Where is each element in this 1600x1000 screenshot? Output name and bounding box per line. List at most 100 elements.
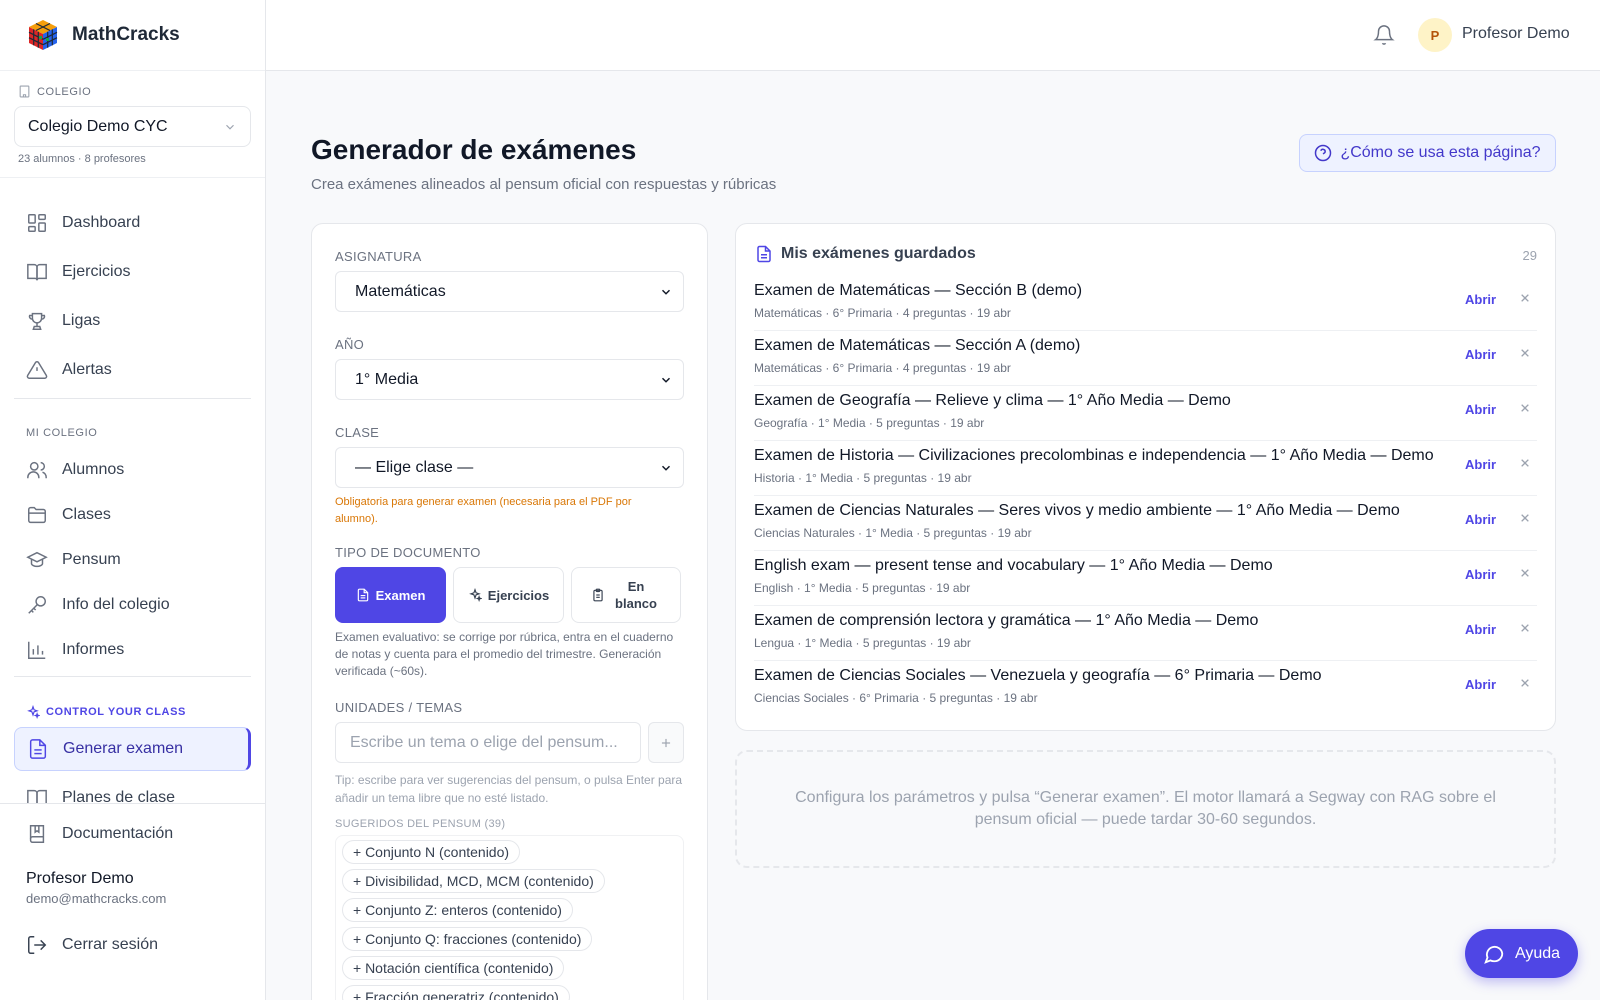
exam-config-form: ASIGNATURA Matemáticas AÑO 1° Media CLAS… xyxy=(311,223,708,1000)
nav-alertas[interactable]: Alertas xyxy=(0,345,265,394)
mi-colegio-nav: Alumnos Clases Pensum Info del colegio I… xyxy=(0,447,265,672)
topic-input-row: Escribe un tema o elige del pensum... xyxy=(335,722,684,763)
saved-exams-count: 29 xyxy=(1522,248,1537,263)
dashboard-icon xyxy=(28,213,46,232)
suggestion-chip[interactable]: + Notación científica (contenido) xyxy=(342,956,565,980)
saved-exams-header: Mis exámenes guardados xyxy=(755,245,976,263)
bar-chart-icon xyxy=(28,641,46,659)
year-select[interactable]: 1° Media xyxy=(335,359,684,400)
suggestion-chip[interactable]: + Conjunto Z: enteros (contenido) xyxy=(342,898,573,922)
bell-icon[interactable] xyxy=(1373,24,1395,46)
clipboard-icon xyxy=(593,588,603,602)
nav-label: Cerrar sesión xyxy=(62,935,159,953)
close-icon[interactable] xyxy=(1517,565,1533,581)
chevron-down-icon xyxy=(226,124,234,130)
help-label: ¿Cómo se usa esta página? xyxy=(1340,144,1541,161)
topic-input[interactable]: Escribe un tema o elige del pensum... xyxy=(335,722,641,763)
suggested-label: SUGERIDOS DEL PENSUM (39) xyxy=(335,818,506,830)
class-select[interactable]: — Elige clase — xyxy=(335,447,684,488)
user-name: Profesor Demo xyxy=(26,870,134,887)
close-icon[interactable] xyxy=(1517,510,1533,526)
open-exam-button[interactable]: Abrir xyxy=(1465,292,1496,307)
brand[interactable]: MathCracks xyxy=(0,0,265,71)
sparkles-icon xyxy=(27,705,40,719)
saved-exam-row: Examen de comprensión lectora y gramátic… xyxy=(754,606,1537,661)
open-exam-button[interactable]: Abrir xyxy=(1465,622,1496,637)
exam-meta: Matemáticas · 6° Primaria · 4 preguntas … xyxy=(754,361,1011,375)
close-icon[interactable] xyxy=(1517,675,1533,691)
open-exam-button[interactable]: Abrir xyxy=(1465,512,1496,527)
exam-title: Examen de Matemáticas — Sección A (demo) xyxy=(754,337,1081,354)
saved-exams-card: Mis exámenes guardados 29 Examen de Mate… xyxy=(735,223,1556,731)
nav-dashboard[interactable]: Dashboard xyxy=(0,198,265,247)
open-exam-button[interactable]: Abrir xyxy=(1465,457,1496,472)
open-exam-button[interactable]: Abrir xyxy=(1465,347,1496,362)
school-select[interactable]: Colegio Demo CYC xyxy=(14,106,251,147)
saved-exams-title: Mis exámenes guardados xyxy=(781,245,976,262)
close-icon[interactable] xyxy=(1517,620,1533,636)
nav-ligas[interactable]: Ligas xyxy=(0,296,265,345)
saved-exam-row: Examen de Historia — Civilizaciones prec… xyxy=(754,441,1537,496)
help-chat-button[interactable]: Ayuda xyxy=(1465,929,1578,978)
school-name: Colegio Demo CYC xyxy=(28,117,168,135)
nav-ejercicios[interactable]: Ejercicios xyxy=(0,247,265,296)
saved-exam-row: English exam — present tense and vocabul… xyxy=(754,551,1537,606)
open-exam-button[interactable]: Abrir xyxy=(1465,567,1496,582)
open-exam-button[interactable]: Abrir xyxy=(1465,402,1496,417)
doc-type-examen[interactable]: Examen xyxy=(335,567,446,623)
graduation-cap-icon xyxy=(26,551,48,567)
nav-clases[interactable]: Clases xyxy=(0,492,265,537)
folder-icon xyxy=(28,506,46,523)
suggestion-chip[interactable]: + Fracción generatriz (contenido) xyxy=(342,985,570,1000)
suggestion-chip[interactable]: + Conjunto N (contenido) xyxy=(342,840,521,864)
close-icon[interactable] xyxy=(1517,455,1533,471)
school-meta: 23 alumnos · 8 profesores xyxy=(18,153,146,165)
header-user-name[interactable]: Profesor Demo xyxy=(1462,25,1570,43)
nav-pensum[interactable]: Pensum xyxy=(0,537,265,582)
nav-label: Clases xyxy=(62,505,111,523)
school-selector-block: COLEGIO Colegio Demo CYC 23 alumnos · 8 … xyxy=(0,71,265,178)
exam-title: Examen de Ciencias Naturales — Seres viv… xyxy=(754,502,1400,519)
add-topic-button[interactable] xyxy=(648,722,684,763)
logout-button[interactable]: Cerrar sesión xyxy=(0,922,265,967)
nav-info-colegio[interactable]: Info del colegio xyxy=(0,582,265,627)
nav-label: Alertas xyxy=(62,360,112,378)
exam-meta: Geografía · 1° Media · 5 preguntas · 19 … xyxy=(754,416,985,430)
doc-type-en-blanco[interactable]: En blanco xyxy=(571,567,681,623)
divider xyxy=(14,676,251,677)
class-label: CLASE xyxy=(335,425,380,440)
avatar[interactable]: P xyxy=(1418,18,1452,52)
sidebar-footer: Documentación Profesor Demo demo@mathcra… xyxy=(0,803,265,1000)
close-icon[interactable] xyxy=(1517,345,1533,361)
user-email: demo@mathcracks.com xyxy=(26,891,167,906)
open-exam-button[interactable]: Abrir xyxy=(1465,677,1496,692)
subject-select[interactable]: Matemáticas xyxy=(335,271,684,312)
suggestion-chip[interactable]: + Conjunto Q: fracciones (contenido) xyxy=(342,927,593,951)
suggestion-chip[interactable]: + Divisibilidad, MCD, MCM (contenido) xyxy=(342,869,605,893)
key-icon xyxy=(28,595,46,614)
close-icon[interactable] xyxy=(1517,400,1533,416)
user-block: Profesor Demo demo@mathcracks.com xyxy=(0,856,265,906)
sparkles-icon xyxy=(468,588,482,602)
doc-type-description: Examen evaluativo: se corrige por rúbric… xyxy=(335,630,674,678)
trophy-icon xyxy=(28,312,46,330)
help-button[interactable]: ¿Cómo se usa esta página? xyxy=(1299,134,1556,172)
page-subtitle: Crea exámenes alineados al pensum oficia… xyxy=(311,176,777,193)
saved-exam-row: Examen de Ciencias Naturales — Seres viv… xyxy=(754,496,1537,551)
file-text-icon xyxy=(29,739,47,759)
exam-title: Examen de Matemáticas — Sección B (demo) xyxy=(754,282,1083,299)
doc-type-ejercicios[interactable]: Ejercicios xyxy=(453,567,564,623)
nav-alumnos[interactable]: Alumnos xyxy=(0,447,265,492)
doc-type-label: TIPO DE DOCUMENTO xyxy=(335,545,481,560)
suggestion-list: + Conjunto N (contenido) + Divisibilidad… xyxy=(335,835,684,1000)
exam-meta: Lengua · 1° Media · 5 preguntas · 19 abr xyxy=(754,636,971,650)
help-circle-icon xyxy=(1315,144,1332,162)
exam-meta: Ciencias Naturales · 1° Media · 5 pregun… xyxy=(754,526,1032,540)
chevron-down-icon xyxy=(661,289,671,295)
close-icon[interactable] xyxy=(1517,290,1533,306)
section-mi-colegio: MI COLEGIO xyxy=(26,427,98,439)
nav-generar-examen[interactable]: Generar examen xyxy=(14,727,251,771)
nav-informes[interactable]: Informes xyxy=(0,627,265,672)
nav-label: Ejercicios xyxy=(62,262,131,280)
nav-documentacion[interactable]: Documentación xyxy=(0,811,265,856)
